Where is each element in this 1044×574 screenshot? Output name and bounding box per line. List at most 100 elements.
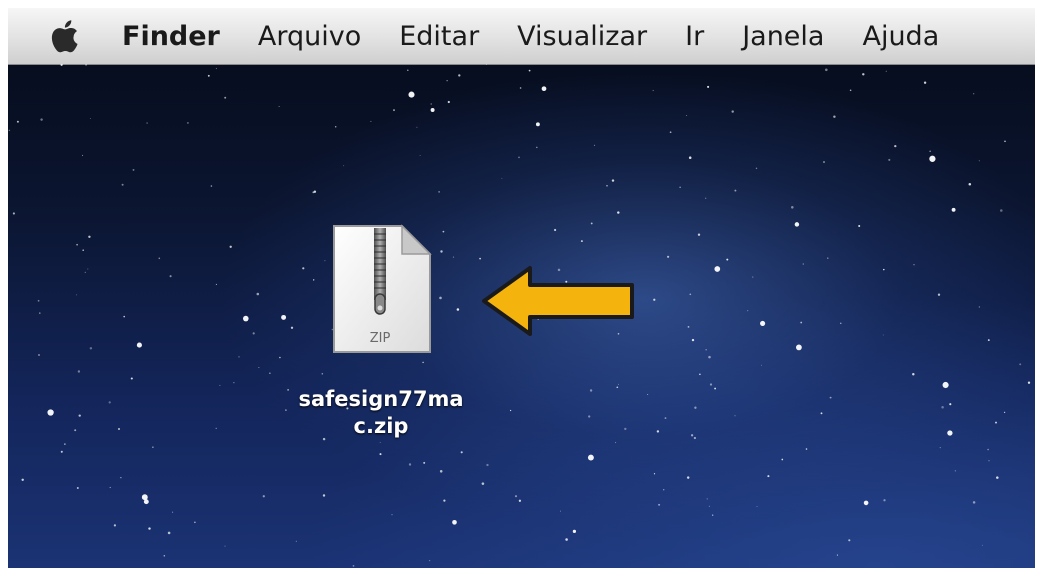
star xyxy=(215,67,217,70)
star xyxy=(580,240,583,243)
star xyxy=(802,263,805,265)
star xyxy=(130,377,133,380)
menu-ajuda[interactable]: Ajuda xyxy=(862,21,939,52)
menu-editar[interactable]: Editar xyxy=(399,21,479,52)
star xyxy=(697,233,701,236)
star xyxy=(256,292,260,296)
star xyxy=(379,453,382,456)
star xyxy=(968,183,972,186)
star xyxy=(862,73,865,76)
star xyxy=(863,500,869,506)
star xyxy=(430,108,435,112)
zip-file-icon[interactable]: ZIP xyxy=(330,224,432,354)
star xyxy=(163,555,166,557)
star xyxy=(460,451,463,454)
star xyxy=(694,406,697,409)
star xyxy=(894,144,897,148)
star xyxy=(949,403,952,406)
star xyxy=(456,308,460,311)
star xyxy=(518,499,522,502)
star xyxy=(709,383,713,386)
star xyxy=(663,489,665,491)
star xyxy=(279,356,281,359)
star xyxy=(143,499,149,505)
star xyxy=(37,353,41,357)
file-name-label[interactable]: safesign77ma c.zip xyxy=(273,386,489,440)
menu-finder[interactable]: Finder xyxy=(122,21,220,52)
star xyxy=(590,222,593,225)
menu-bar: Finder Arquivo Editar Visualizar Ir Jane… xyxy=(8,8,1035,65)
star xyxy=(302,267,305,270)
star xyxy=(446,80,448,82)
star xyxy=(973,93,975,95)
star xyxy=(937,293,941,296)
star xyxy=(606,184,608,187)
star xyxy=(559,510,562,512)
star xyxy=(82,154,84,156)
arrow-left-icon xyxy=(482,266,634,336)
star xyxy=(229,245,232,248)
star xyxy=(987,448,989,451)
star xyxy=(726,258,729,261)
star xyxy=(693,436,697,440)
star xyxy=(64,443,66,445)
star xyxy=(47,409,54,416)
file-name-line-1: safesign77ma xyxy=(298,387,464,411)
star xyxy=(528,69,531,72)
star xyxy=(686,114,688,117)
star xyxy=(152,446,154,448)
star xyxy=(923,81,927,84)
star xyxy=(929,150,931,152)
star xyxy=(422,361,424,364)
star xyxy=(146,122,148,124)
menu-janela[interactable]: Janela xyxy=(742,21,824,52)
star xyxy=(12,212,15,215)
star xyxy=(281,314,287,320)
star xyxy=(485,64,488,66)
star xyxy=(352,565,355,567)
star xyxy=(767,475,770,478)
star xyxy=(117,427,121,431)
star xyxy=(295,540,297,542)
star xyxy=(486,463,489,467)
star xyxy=(848,539,851,542)
star xyxy=(978,160,980,162)
star xyxy=(238,356,240,358)
star xyxy=(233,382,235,384)
apple-logo-icon[interactable] xyxy=(46,16,82,56)
star xyxy=(514,495,518,498)
star xyxy=(334,125,337,128)
star xyxy=(519,87,522,89)
star xyxy=(942,381,949,389)
star xyxy=(77,370,81,373)
menu-arquivo[interactable]: Arquivo xyxy=(258,21,361,52)
star xyxy=(252,332,255,335)
star xyxy=(978,306,980,308)
star xyxy=(664,417,667,420)
star xyxy=(442,230,445,233)
star xyxy=(439,296,442,300)
star xyxy=(1003,411,1006,414)
star xyxy=(616,386,619,389)
star xyxy=(829,396,832,399)
star xyxy=(995,421,997,424)
star xyxy=(452,256,455,258)
star xyxy=(262,495,265,498)
star xyxy=(40,118,43,121)
star xyxy=(947,430,953,436)
star xyxy=(706,498,708,500)
star xyxy=(194,521,196,524)
star xyxy=(858,224,861,228)
star xyxy=(912,373,915,376)
star xyxy=(987,339,990,342)
menu-visualizar[interactable]: Visualizar xyxy=(517,21,647,52)
star xyxy=(207,74,210,77)
star xyxy=(653,298,656,301)
star xyxy=(939,446,941,449)
star xyxy=(78,414,81,417)
star xyxy=(113,524,117,527)
star xyxy=(430,103,432,105)
star xyxy=(836,554,838,556)
menu-ir[interactable]: Ir xyxy=(685,21,704,52)
star xyxy=(761,320,764,324)
